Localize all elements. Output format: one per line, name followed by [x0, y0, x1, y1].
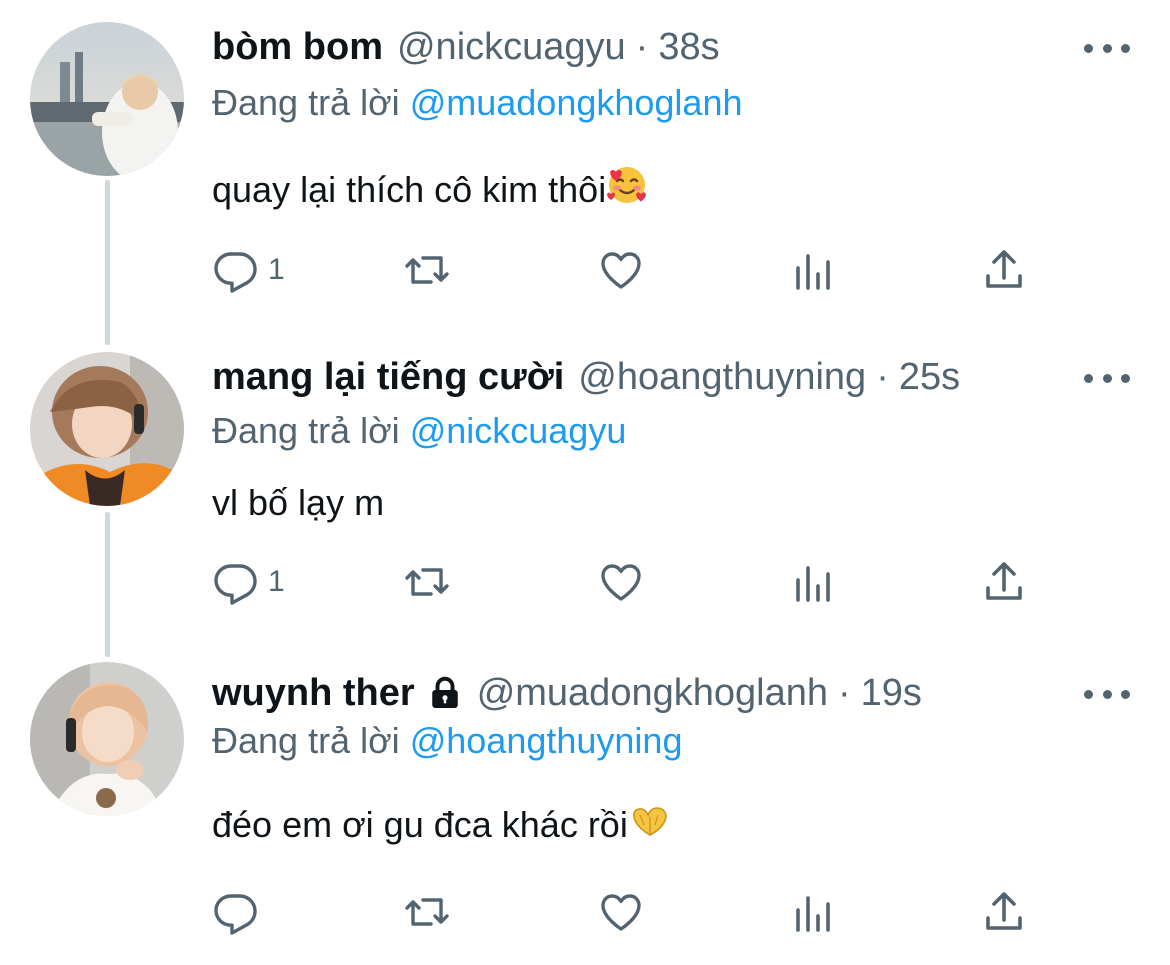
reply-button[interactable]: 1 — [212, 246, 285, 294]
views-button[interactable] — [790, 558, 838, 606]
user-handle[interactable]: @nickcuagyu — [397, 26, 626, 69]
share-button[interactable] — [980, 246, 1028, 294]
user-handle[interactable]: @hoangthuyning — [578, 356, 866, 399]
timestamp[interactable]: 38s — [658, 26, 719, 69]
reply-button[interactable]: 1 — [212, 558, 285, 606]
reply-count: 1 — [268, 253, 285, 286]
tweet-header: mang lại tiếng cười @hoangthuyning · 25s — [212, 352, 960, 402]
like-button[interactable] — [597, 888, 645, 936]
tweet-body: đéo em ơi gu đca khác rồi — [212, 804, 628, 845]
share-icon — [986, 562, 1022, 600]
tweet-text: đéo em ơi gu đca khác rồi — [212, 804, 672, 850]
reply-icon — [214, 564, 257, 605]
tweet-actions — [0, 888, 1170, 948]
display-name[interactable]: wuynh ther — [212, 672, 415, 715]
mention-link[interactable]: @hoangthuyning — [410, 720, 683, 761]
separator: · — [837, 671, 851, 714]
avatar-image — [30, 352, 184, 506]
views-button[interactable] — [790, 246, 838, 294]
like-button[interactable] — [597, 246, 645, 294]
share-button[interactable] — [980, 558, 1028, 606]
timestamp[interactable]: 25s — [899, 356, 960, 399]
user-handle[interactable]: @muadongkhoglanh — [477, 672, 828, 715]
reply-icon — [214, 252, 257, 293]
tweet-body: quay lại thích cô kim thôi — [212, 169, 607, 210]
reply-prefix: Đang trả lời — [212, 720, 400, 761]
tweet[interactable]: mang lại tiếng cười @hoangthuyning · 25s… — [0, 330, 1170, 650]
retweet-icon — [405, 568, 449, 596]
tweet-text: vl bố lạy m — [212, 482, 384, 524]
tweet[interactable]: bòm bom @nickcuagyu · 38s Đang trả lời @… — [0, 0, 1170, 330]
avatar-image — [30, 662, 184, 816]
replying-to: Đang trả lời @hoangthuyning — [212, 720, 682, 762]
separator: · — [635, 25, 649, 68]
mention-link[interactable]: @nickcuagyu — [410, 410, 627, 451]
mention-link[interactable]: @muadongkhoglanh — [410, 82, 743, 123]
tweet-header: wuynh ther @muadongkhoglanh · 19s — [212, 668, 922, 718]
tweet-header: bòm bom @nickcuagyu · 38s — [212, 22, 720, 72]
heart-icon — [601, 252, 641, 289]
retweet-button[interactable] — [403, 246, 451, 294]
retweet-button[interactable] — [403, 888, 451, 936]
heart-hands-icon — [628, 805, 672, 850]
reply-icon — [214, 894, 257, 935]
avatar[interactable] — [30, 352, 184, 506]
avatar[interactable] — [30, 662, 184, 816]
reply-count: 1 — [268, 565, 285, 598]
retweet-icon — [405, 256, 449, 284]
share-button[interactable] — [980, 888, 1028, 936]
tweet-actions: 1 — [0, 558, 1170, 618]
tweet-body: vl bố lạy m — [212, 482, 385, 523]
more-icon[interactable] — [1084, 368, 1130, 388]
display-name[interactable]: bòm bom — [212, 26, 383, 69]
avatar-image — [30, 22, 184, 176]
separator: · — [876, 355, 889, 398]
replying-to: Đang trả lời @nickcuagyu — [212, 410, 626, 452]
smiling-face-with-hearts-icon — [606, 164, 648, 215]
more-icon[interactable] — [1084, 684, 1130, 704]
tweet-text: quay lại thích cô kim thôi — [212, 164, 648, 215]
views-button[interactable] — [790, 888, 838, 936]
display-name[interactable]: mang lại tiếng cười — [212, 356, 564, 399]
reply-prefix: Đang trả lời — [212, 82, 400, 123]
views-icon — [796, 254, 830, 290]
retweet-icon — [405, 898, 449, 926]
avatar[interactable] — [30, 22, 184, 176]
more-icon[interactable] — [1084, 38, 1130, 58]
reply-prefix: Đang trả lời — [212, 410, 400, 451]
views-icon — [796, 896, 830, 932]
retweet-button[interactable] — [403, 558, 451, 606]
heart-icon — [601, 564, 641, 601]
tweet[interactable]: wuynh ther @muadongkhoglanh · 19s Đang t… — [0, 640, 1170, 965]
lock-icon — [427, 675, 463, 711]
reply-button[interactable] — [212, 888, 268, 936]
replying-to: Đang trả lời @muadongkhoglanh — [212, 82, 743, 124]
like-button[interactable] — [597, 558, 645, 606]
share-icon — [986, 250, 1022, 288]
share-icon — [986, 892, 1022, 930]
tweet-actions: 1 — [0, 246, 1170, 306]
timestamp[interactable]: 19s — [861, 672, 922, 715]
heart-icon — [601, 894, 641, 931]
views-icon — [796, 566, 830, 602]
